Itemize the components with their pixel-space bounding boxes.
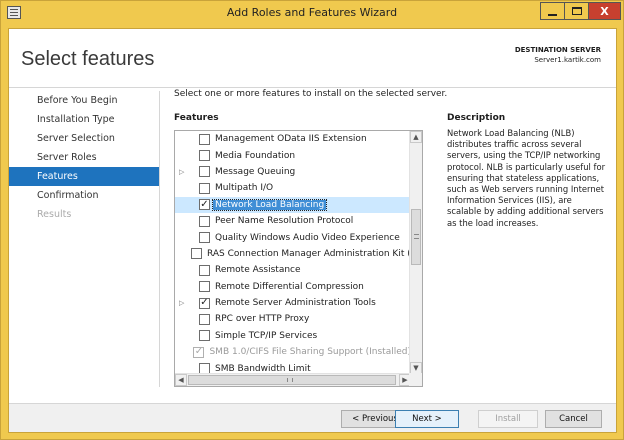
- window-title: Add Roles and Features Wizard: [226, 6, 398, 19]
- feature-checkbox[interactable]: [191, 248, 202, 260]
- feature-checkbox: ✓: [193, 346, 205, 358]
- grip-icon: [414, 234, 419, 239]
- feature-row[interactable]: Remote Differential Compression: [175, 279, 411, 295]
- feature-checkbox[interactable]: [199, 182, 210, 194]
- vertical-scrollbar[interactable]: ▲ ▼: [409, 131, 422, 374]
- feature-label: Simple TCP/IP Services: [215, 330, 318, 341]
- close-icon: X: [600, 4, 609, 18]
- feature-checkbox[interactable]: [199, 281, 210, 293]
- expand-arrow-icon[interactable]: ▷: [175, 299, 187, 307]
- title-bar[interactable]: Add Roles and Features Wizard X: [1, 1, 623, 26]
- feature-row[interactable]: ✓ Network Load Balancing: [175, 196, 411, 213]
- wizard-content: Select features DESTINATION SERVER Serve…: [8, 28, 617, 433]
- features-list[interactable]: Management OData IIS Extension Media Foun…: [174, 130, 423, 387]
- feature-label: Remote Server Administration Tools: [215, 298, 376, 309]
- scroll-left-button[interactable]: ◀: [175, 374, 187, 386]
- nav-item-server-roles[interactable]: Server Roles: [9, 148, 159, 167]
- feature-label: RAS Connection Manager Administration Ki…: [207, 248, 411, 259]
- feature-label: Remote Assistance: [215, 265, 301, 276]
- nav-item-before-you-begin[interactable]: Before You Begin: [9, 91, 159, 110]
- feature-checkbox[interactable]: [199, 150, 210, 162]
- features-list-rows: Management OData IIS Extension Media Foun…: [175, 131, 411, 374]
- expand-arrow-icon[interactable]: ▷: [175, 168, 187, 176]
- features-heading: Features: [174, 113, 219, 123]
- nav-item-installation-type[interactable]: Installation Type: [9, 110, 159, 129]
- nav-item-results: Results: [37, 209, 72, 220]
- feature-row[interactable]: Peer Name Resolution Protocol: [175, 213, 411, 229]
- page-title: Select features: [21, 48, 155, 70]
- feature-checkbox[interactable]: [199, 313, 210, 325]
- scrollbar-corner: [409, 373, 422, 386]
- feature-row[interactable]: SMB Bandwidth Limit: [175, 360, 411, 374]
- grip-icon: [287, 378, 293, 382]
- feature-row[interactable]: RPC over HTTP Proxy: [175, 311, 411, 327]
- feature-label: Peer Name Resolution Protocol: [215, 216, 354, 227]
- feature-row[interactable]: Simple TCP/IP Services: [175, 328, 411, 344]
- horizontal-scrollbar[interactable]: ◀ ▶: [175, 373, 411, 386]
- vertical-scroll-thumb[interactable]: [411, 209, 421, 265]
- feature-label: Multipath I/O: [215, 183, 274, 194]
- destination-server-value: Server1.kartik.com: [534, 56, 601, 64]
- feature-checkbox[interactable]: [199, 215, 210, 227]
- feature-row[interactable]: RAS Connection Manager Administration Ki…: [175, 246, 411, 262]
- header-divider: [9, 87, 616, 88]
- feature-checkbox[interactable]: ✓: [199, 199, 210, 211]
- feature-label: Message Queuing: [215, 166, 296, 177]
- maximize-button[interactable]: [564, 2, 589, 20]
- feature-checkbox[interactable]: [199, 330, 210, 342]
- nav-divider: [159, 91, 160, 387]
- minimize-button[interactable]: [540, 2, 565, 20]
- feature-row[interactable]: Multipath I/O: [175, 180, 411, 196]
- nav-item-features[interactable]: Features: [9, 167, 159, 186]
- feature-checkbox[interactable]: [199, 264, 210, 276]
- feature-row[interactable]: ▷ ✓ Remote Server Administration Tools: [175, 295, 411, 311]
- feature-checkbox[interactable]: [199, 232, 210, 244]
- feature-label: SMB 1.0/CIFS File Sharing Support (Insta…: [209, 347, 411, 358]
- feature-label: Management OData IIS Extension: [215, 134, 367, 145]
- feature-row[interactable]: Quality Windows Audio Video Experience: [175, 229, 411, 245]
- nav-item-confirmation[interactable]: Confirmation: [9, 186, 159, 205]
- feature-row[interactable]: Management OData IIS Extension: [175, 131, 411, 147]
- feature-row[interactable]: ✓ SMB 1.0/CIFS File Sharing Support (Inst…: [175, 344, 411, 360]
- feature-label: Media Foundation: [215, 150, 296, 161]
- scroll-up-button[interactable]: ▲: [410, 131, 422, 143]
- destination-server: DESTINATION SERVER Server1.kartik.com: [515, 45, 601, 65]
- wizard-nav: Before You Begin Installation Type Server …: [9, 91, 159, 224]
- instruction-text: Select one or more features to install o…: [174, 89, 448, 99]
- install-button[interactable]: Install: [478, 410, 538, 428]
- feature-label: Quality Windows Audio Video Experience: [215, 232, 400, 243]
- wizard-window: Add Roles and Features Wizard X Select f…: [0, 0, 624, 440]
- description-text: Network Load Balancing (NLB) distributes…: [447, 128, 606, 228]
- feature-label: RPC over HTTP Proxy: [215, 314, 310, 325]
- horizontal-scroll-thumb[interactable]: [188, 375, 396, 385]
- feature-row[interactable]: ▷ Message Queuing: [175, 164, 411, 180]
- feature-checkbox[interactable]: ✓: [199, 297, 210, 309]
- feature-row[interactable]: Media Foundation: [175, 147, 411, 163]
- feature-label: Remote Differential Compression: [215, 281, 364, 292]
- feature-label: Network Load Balancing: [211, 198, 328, 211]
- nav-item-server-selection[interactable]: Server Selection: [9, 129, 159, 148]
- feature-row[interactable]: Remote Assistance: [175, 262, 411, 278]
- feature-checkbox[interactable]: [199, 166, 210, 178]
- description-heading: Description: [447, 113, 506, 123]
- destination-server-label: DESTINATION SERVER: [514, 46, 601, 54]
- maximize-icon: [571, 7, 582, 15]
- close-button[interactable]: X: [588, 2, 621, 20]
- cancel-button[interactable]: Cancel: [545, 410, 602, 428]
- minimize-icon: [548, 14, 557, 16]
- next-button[interactable]: Next >: [395, 410, 459, 428]
- feature-checkbox[interactable]: [199, 133, 210, 145]
